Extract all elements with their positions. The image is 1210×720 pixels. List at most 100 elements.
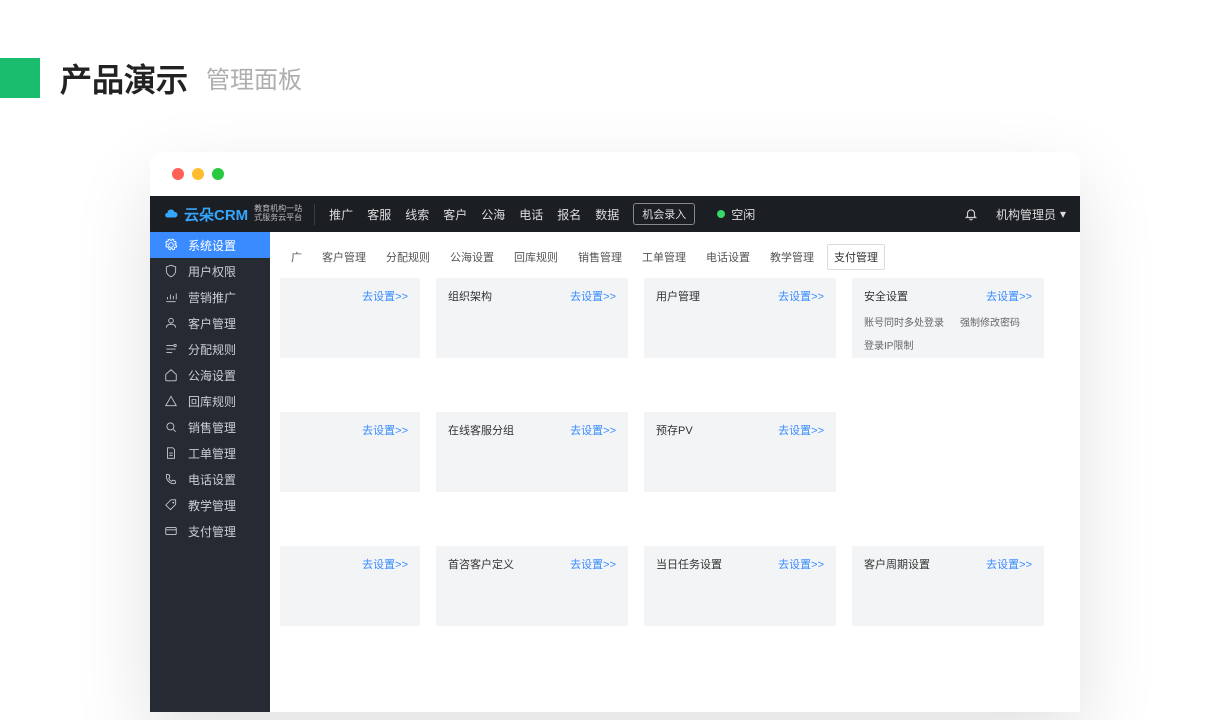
settings-card: 在线客服分组去设置>> [436, 412, 628, 492]
status-dot-icon [717, 210, 725, 218]
window-controls [150, 152, 1080, 196]
card-title: 安全设置 [864, 288, 908, 304]
status-label: 空闲 [731, 206, 755, 223]
go-settings-link[interactable]: 去设置>> [778, 288, 824, 304]
settings-card: 用户管理去设置>> [644, 278, 836, 358]
top-nav-item[interactable]: 推广 [329, 206, 353, 223]
sidebar-item-search[interactable]: 销售管理 [150, 414, 270, 440]
go-settings-link[interactable]: 去设置>> [570, 422, 616, 438]
sidebar-item-doc[interactable]: 工单管理 [150, 440, 270, 466]
shield-icon [164, 264, 178, 278]
top-nav: 推广客服线索客户公海电话报名数据 [329, 206, 619, 223]
sidebar-item-stats[interactable]: 营销推广 [150, 284, 270, 310]
logo[interactable]: 云朵CRM 教育机构一站 式服务云平台 [164, 204, 315, 225]
sidebar: 系统设置用户权限营销推广客户管理分配规则公海设置回库规则销售管理工单管理电话设置… [150, 232, 270, 712]
tab[interactable]: 回库规则 [507, 244, 565, 270]
page-header: 产品演示 管理面板 [0, 0, 1210, 110]
tab[interactable]: 客户管理 [315, 244, 373, 270]
card-body-item: 登录IP限制 [864, 337, 913, 352]
sidebar-item-person[interactable]: 客户管理 [150, 310, 270, 336]
cards-area: 去设置>>组织架构去设置>>用户管理去设置>>安全设置去设置>>账号同时多处登录… [270, 278, 1080, 626]
minimize-icon[interactable] [192, 168, 204, 180]
tabs: 广客户管理分配规则公海设置回库规则销售管理工单管理电话设置教学管理支付管理 [270, 232, 1080, 278]
card-title: 组织架构 [448, 288, 492, 304]
doc-icon [164, 446, 178, 460]
card-title: 预存PV [656, 422, 693, 438]
content: 广客户管理分配规则公海设置回库规则销售管理工单管理电话设置教学管理支付管理 去设… [270, 232, 1080, 712]
top-nav-item[interactable]: 电话 [519, 206, 543, 223]
maximize-icon[interactable] [212, 168, 224, 180]
sidebar-item-label: 客户管理 [188, 315, 236, 332]
accent-block [0, 58, 40, 98]
sidebar-item-shield[interactable]: 用户权限 [150, 258, 270, 284]
go-settings-link[interactable]: 去设置>> [986, 288, 1032, 304]
top-nav-item[interactable]: 客户 [443, 206, 467, 223]
sidebar-item-label: 电话设置 [188, 471, 236, 488]
go-settings-link[interactable]: 去设置>> [778, 556, 824, 572]
top-nav-item[interactable]: 数据 [595, 206, 619, 223]
go-settings-link[interactable]: 去设置>> [986, 556, 1032, 572]
settings-card: 组织架构 去设置>> [436, 278, 628, 358]
sidebar-item-label: 销售管理 [188, 419, 236, 436]
triangle-icon [164, 394, 178, 408]
sidebar-item-settings[interactable]: 系统设置 [150, 232, 270, 258]
go-settings-link[interactable]: 去设置>> [570, 556, 616, 572]
sidebar-item-label: 分配规则 [188, 341, 236, 358]
tab[interactable]: 电话设置 [699, 244, 757, 270]
tab[interactable]: 分配规则 [379, 244, 437, 270]
tab[interactable]: 销售管理 [571, 244, 629, 270]
card-body-item: 强制修改密码 [960, 314, 1020, 329]
tab[interactable]: 工单管理 [635, 244, 693, 270]
sidebar-item-card[interactable]: 支付管理 [150, 518, 270, 544]
chevron-down-icon: ▾ [1060, 207, 1066, 221]
go-settings-link[interactable]: 去设置>> [570, 288, 616, 304]
card-title: 首咨客户定义 [448, 556, 514, 572]
tab[interactable]: 广 [284, 244, 309, 270]
sidebar-item-label: 营销推广 [188, 289, 236, 306]
sidebar-item-triangle[interactable]: 回库规则 [150, 388, 270, 414]
tab[interactable]: 教学管理 [763, 244, 821, 270]
card-title: 客户周期设置 [864, 556, 930, 572]
logo-tagline: 教育机构一站 式服务云平台 [254, 205, 302, 223]
person-icon [164, 316, 178, 330]
stats-icon [164, 290, 178, 304]
card-body-item: 账号同时多处登录 [864, 314, 944, 329]
sidebar-item-label: 工单管理 [188, 445, 236, 462]
settings-card: 预存PV 去设置>> [644, 412, 836, 492]
sidebar-item-rule[interactable]: 分配规则 [150, 336, 270, 362]
record-button[interactable]: 机会录入 [633, 203, 695, 225]
top-nav-item[interactable]: 客服 [367, 206, 391, 223]
cloud-icon [164, 207, 178, 221]
topbar: 云朵CRM 教育机构一站 式服务云平台 推广客服线索客户公海电话报名数据 机会录… [150, 196, 1080, 232]
tab[interactable]: 公海设置 [443, 244, 501, 270]
tab[interactable]: 支付管理 [827, 244, 885, 270]
search-icon [164, 420, 178, 434]
sidebar-item-tag[interactable]: 教学管理 [150, 492, 270, 518]
go-settings-link[interactable]: 去设置>> [778, 422, 824, 438]
user-menu[interactable]: 机构管理员 ▾ [996, 206, 1066, 223]
settings-card: 安全设置 去设置>> 账号同时多处登录 强制修改密码登录IP限制 [852, 278, 1044, 358]
sidebar-item-house[interactable]: 公海设置 [150, 362, 270, 388]
go-settings-link[interactable]: 去设置>> [362, 288, 408, 304]
top-nav-item[interactable]: 公海 [481, 206, 505, 223]
settings-card: 当日任务设置去设置>> [644, 546, 836, 626]
top-nav-item[interactable]: 报名 [557, 206, 581, 223]
settings-icon [164, 238, 178, 252]
rule-icon [164, 342, 178, 356]
sidebar-item-label: 公海设置 [188, 367, 236, 384]
settings-card: 去设置>> [280, 278, 420, 358]
close-icon[interactable] [172, 168, 184, 180]
sidebar-item-phone[interactable]: 电话设置 [150, 466, 270, 492]
go-settings-link[interactable]: 去设置>> [362, 556, 408, 572]
house-icon [164, 368, 178, 382]
tag-icon [164, 498, 178, 512]
settings-card: 去设置>> [280, 412, 420, 492]
go-settings-link[interactable]: 去设置>> [362, 422, 408, 438]
status-indicator[interactable]: 空闲 [717, 206, 755, 223]
sidebar-item-label: 回库规则 [188, 393, 236, 410]
sidebar-item-label: 用户权限 [188, 263, 236, 280]
settings-card: 首咨客户定义 去设置>> [436, 546, 628, 626]
settings-card: 客户周期设置 去设置>> [852, 546, 1044, 626]
top-nav-item[interactable]: 线索 [405, 206, 429, 223]
bell-icon[interactable] [964, 207, 978, 221]
